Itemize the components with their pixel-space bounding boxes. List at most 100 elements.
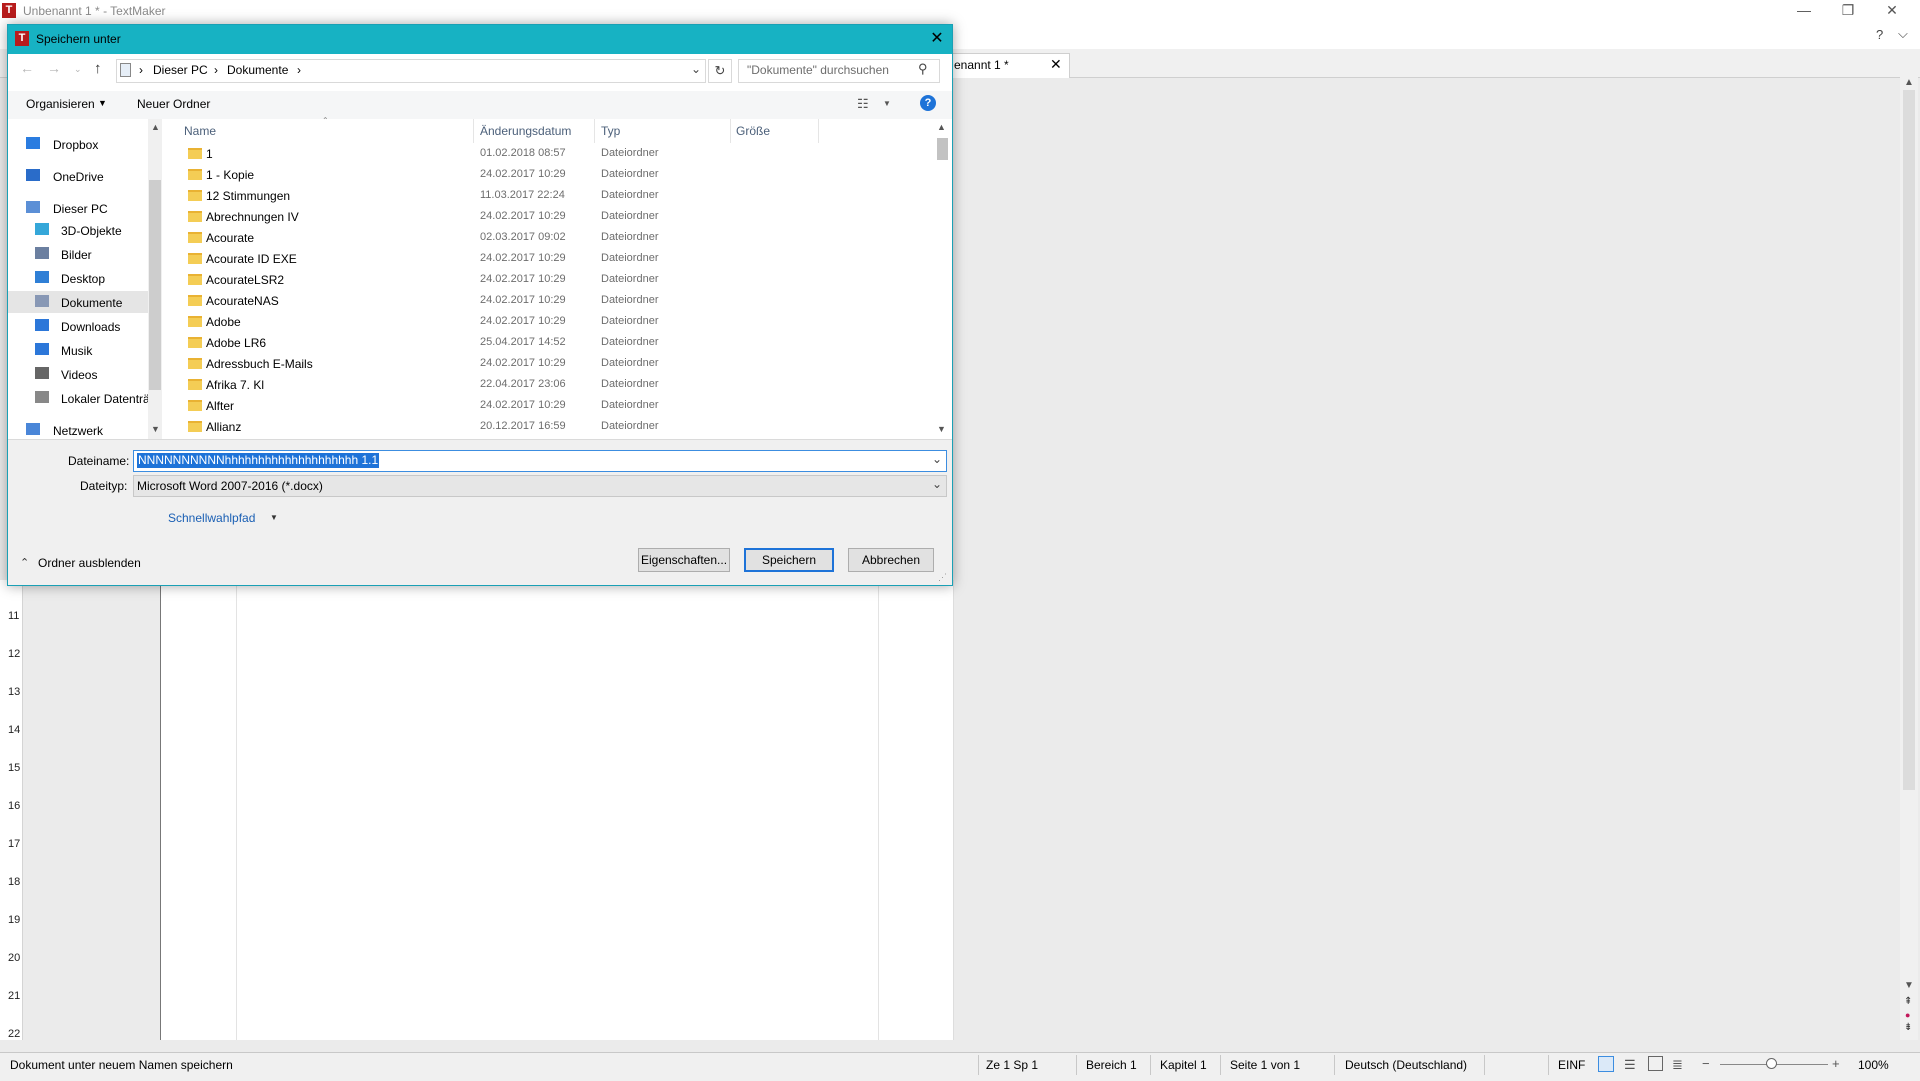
nav-item[interactable]: Dieser PC xyxy=(8,197,158,219)
folder-icon xyxy=(188,274,202,285)
view-options-icon[interactable]: ☷ xyxy=(857,96,869,112)
filename-dropdown-icon[interactable]: ⌄ xyxy=(932,452,942,466)
zoom-level[interactable]: 100% xyxy=(1858,1058,1889,1072)
new-folder-button[interactable]: Neuer Ordner xyxy=(137,97,210,111)
nav-item[interactable]: Bilder xyxy=(8,243,158,265)
help-icon[interactable]: ? xyxy=(920,95,936,111)
file-row[interactable]: Acourate ID EXE 24.02.2017 10:29 Dateiordn… xyxy=(170,248,930,269)
cancel-button[interactable]: Abbrechen xyxy=(848,548,934,572)
filename-value[interactable]: NNNNNNNNNNhhhhhhhhhhhhhhhhhhhh 1.1 xyxy=(137,453,380,468)
nav-item[interactable]: Netzwerk xyxy=(8,419,158,441)
nav-item[interactable]: 3D-Objekte xyxy=(8,219,158,241)
file-type: Dateiordner xyxy=(601,252,659,264)
scroll-up-icon[interactable]: ▲ xyxy=(1904,77,1914,88)
file-row[interactable]: 12 Stimmungen 11.03.2017 22:24 Dateiordner xyxy=(170,185,930,206)
hide-folders-button[interactable]: Ordner ausblenden xyxy=(38,556,141,570)
file-date: 24.02.2017 10:29 xyxy=(480,252,566,264)
file-row[interactable]: Allianz 20.12.2017 16:59 Dateiordner xyxy=(170,416,930,437)
resize-grip-icon[interactable]: ⋰ xyxy=(938,572,947,583)
nav-item[interactable]: Downloads xyxy=(8,315,158,337)
column-header-name[interactable]: Name xyxy=(184,124,216,138)
column-separator[interactable] xyxy=(818,119,819,143)
save-button[interactable]: Speichern xyxy=(744,548,834,572)
view-outline-icon[interactable]: ≣ xyxy=(1672,1057,1683,1073)
nav-item[interactable]: Musik xyxy=(8,339,158,361)
file-list-scrollbar[interactable] xyxy=(934,119,951,439)
nav-item[interactable]: Lokaler Datenträ xyxy=(8,387,158,409)
column-separator[interactable] xyxy=(594,119,595,143)
column-header-size[interactable]: Größe xyxy=(736,124,770,138)
file-date: 24.02.2017 10:29 xyxy=(480,399,566,411)
column-header-date[interactable]: Änderungsdatum xyxy=(480,124,571,138)
zoom-out-icon[interactable]: − xyxy=(1702,1056,1710,1071)
file-type: Dateiordner xyxy=(601,273,659,285)
chevron-down-icon[interactable]: ▼ xyxy=(270,513,278,522)
file-row[interactable]: Adobe LR6 25.04.2017 14:52 Dateiordner xyxy=(170,332,930,353)
scroll-down-icon[interactable]: ▼ xyxy=(1904,980,1914,991)
document-tab-close-icon[interactable]: ✕ xyxy=(1050,56,1062,73)
next-page-icon[interactable]: ⇟ xyxy=(1904,1022,1912,1033)
file-row[interactable]: AcourateLSR2 24.02.2017 10:29 Dateiordner xyxy=(170,269,930,290)
forward-arrow-icon[interactable]: → xyxy=(47,60,61,76)
file-row[interactable]: Adobe 24.02.2017 10:29 Dateiordner xyxy=(170,311,930,332)
column-separator[interactable] xyxy=(473,119,474,143)
file-type: Dateiordner xyxy=(601,294,659,306)
zoom-slider-thumb[interactable] xyxy=(1766,1058,1777,1069)
pc-icon xyxy=(120,63,131,77)
chevron-down-icon[interactable]: ▼ xyxy=(883,99,891,108)
restore-button[interactable]: ❐ xyxy=(1826,0,1870,22)
view-continuous-icon[interactable]: ☰ xyxy=(1624,1057,1636,1073)
ribbon-collapse-icon[interactable]: ⌵ xyxy=(1898,26,1908,42)
view-page-icon[interactable] xyxy=(1648,1056,1663,1071)
recent-locations-icon[interactable]: ⌄ xyxy=(74,64,82,75)
file-row[interactable]: Alfter 24.02.2017 10:29 Dateiordner xyxy=(170,395,930,416)
prev-page-icon[interactable]: ⇞ xyxy=(1904,996,1912,1007)
properties-button[interactable]: Eigenschaften... xyxy=(638,548,730,572)
file-row[interactable]: Abrechnungen IV 24.02.2017 10:29 Dateiordn… xyxy=(170,206,930,227)
up-arrow-icon[interactable]: ↑ xyxy=(94,60,102,77)
file-name: Allianz xyxy=(206,420,242,434)
list-scroll-down-icon[interactable]: ▼ xyxy=(937,424,946,434)
file-row[interactable]: Afrika 7. Kl 22.04.2017 23:06 Dateiordner xyxy=(170,374,930,395)
nav-item[interactable]: OneDrive xyxy=(8,165,158,187)
minimize-button[interactable]: — xyxy=(1782,0,1826,22)
file-row[interactable]: 1 01.02.2018 08:57 Dateiordner xyxy=(170,143,930,164)
chevron-up-icon[interactable]: ⌃ xyxy=(20,556,29,569)
help-menu-icon[interactable]: ? xyxy=(1876,27,1883,42)
status-language[interactable]: Deutsch (Deutschland) xyxy=(1345,1058,1467,1072)
view-normal-icon[interactable] xyxy=(1598,1056,1614,1072)
file-row[interactable]: AcourateNAS 24.02.2017 10:29 Dateiordner xyxy=(170,290,930,311)
nav-item[interactable]: Dokumente xyxy=(8,291,158,313)
close-window-button[interactable]: ✕ xyxy=(1870,0,1914,22)
file-row[interactable]: Acourate 02.03.2017 09:02 Dateiordner xyxy=(170,227,930,248)
filetype-dropdown-icon[interactable]: ⌄ xyxy=(932,477,942,491)
address-dropdown-icon[interactable]: ⌄ xyxy=(691,62,701,76)
nav-item[interactable]: Desktop xyxy=(8,267,158,289)
nav-scroll-down-icon[interactable]: ▼ xyxy=(151,424,160,434)
list-scroll-up-icon[interactable]: ▲ xyxy=(937,122,946,132)
nav-item[interactable]: Dropbox xyxy=(8,133,158,155)
status-insert-mode[interactable]: EINF xyxy=(1558,1058,1585,1072)
breadcrumb-dokumente[interactable]: Dokumente xyxy=(227,63,288,77)
browse-object-icon[interactable]: ● xyxy=(1905,1010,1910,1020)
file-row[interactable]: 1 - Kopie 24.02.2017 10:29 Dateiordner xyxy=(170,164,930,185)
file-list: 1 01.02.2018 08:57 Dateiordner 1 - Kopie 24.… xyxy=(170,143,930,439)
nav-scroll-up-icon[interactable]: ▲ xyxy=(151,122,160,132)
document-scroll-thumb[interactable] xyxy=(1903,90,1915,790)
breadcrumb-dieser-pc[interactable]: Dieser PC xyxy=(153,63,208,77)
column-header-type[interactable]: Typ xyxy=(601,124,620,138)
zoom-in-icon[interactable]: + xyxy=(1832,1056,1840,1071)
dialog-close-button[interactable]: ✕ xyxy=(922,28,952,48)
organize-button[interactable]: Organisieren xyxy=(26,97,95,111)
column-separator[interactable] xyxy=(730,119,731,143)
nav-scroll-thumb[interactable] xyxy=(149,180,161,390)
refresh-icon[interactable]: ↻ xyxy=(708,59,732,83)
document-page[interactable] xyxy=(160,580,954,1040)
search-icon[interactable]: ⚲ xyxy=(918,61,928,77)
file-type: Dateiordner xyxy=(601,378,659,390)
file-list-scroll-thumb[interactable] xyxy=(937,138,948,160)
quick-path-link[interactable]: Schnellwahlpfad xyxy=(168,511,255,525)
nav-item[interactable]: Videos xyxy=(8,363,158,385)
file-row[interactable]: Adressbuch E-Mails 24.02.2017 10:29 Dateio… xyxy=(170,353,930,374)
back-arrow-icon[interactable]: ← xyxy=(20,60,34,76)
